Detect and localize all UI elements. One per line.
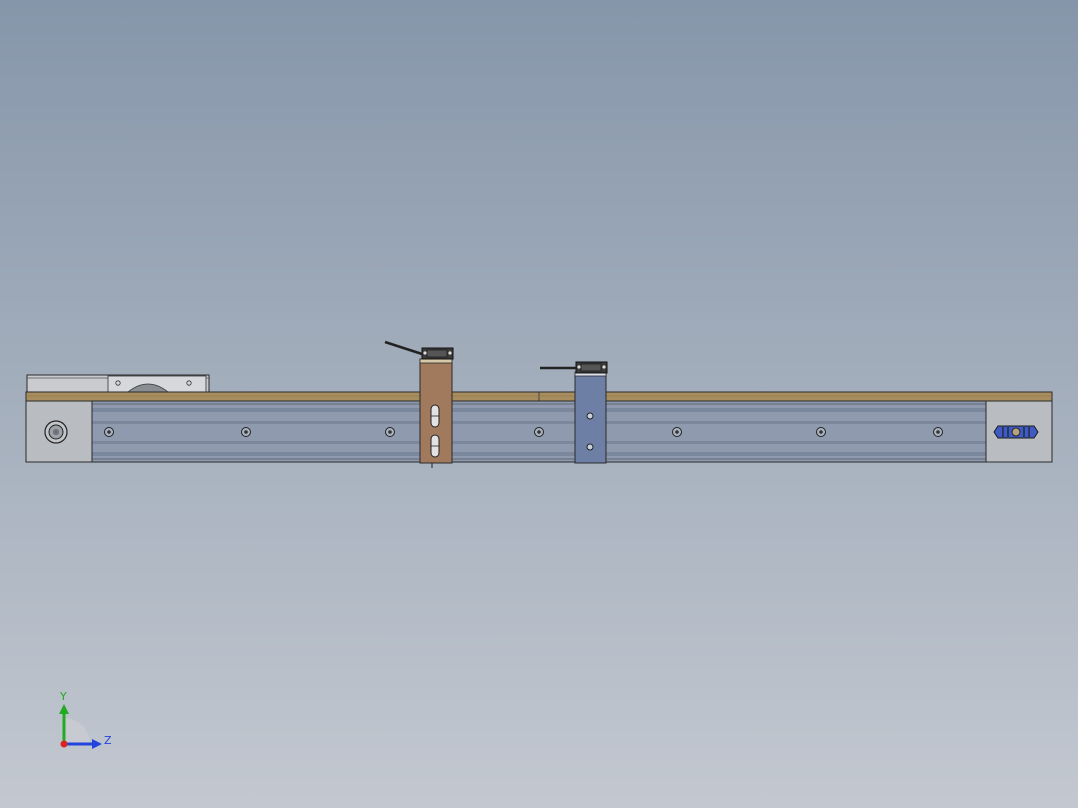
coordinate-triad[interactable]: Y Z [59,690,112,749]
z-axis-label: Z [104,734,112,747]
mounting-hole [241,427,251,437]
mounting-hole [534,427,544,437]
motor-mount-housing[interactable] [26,374,210,393]
cad-graphics-viewport[interactable]: Y Z [0,0,1078,808]
end-bearing-icon [993,425,1039,439]
mounting-hole [385,427,395,437]
right-end-cap[interactable] [985,400,1053,463]
mounting-hole [672,427,682,437]
left-end-cap[interactable] [25,400,93,463]
sensor-cable [384,340,423,356]
sensor-block[interactable] [575,361,608,374]
mounting-hole [104,427,114,437]
top-cover-plate[interactable] [25,391,1053,402]
sensor-block[interactable] [421,347,454,360]
x-axis-icon [60,740,68,748]
mounting-hole [816,427,826,437]
mounting-hole [933,427,943,437]
linear-module-model[interactable]: Y Z [0,0,1078,808]
y-axis-label: Y [59,690,67,703]
